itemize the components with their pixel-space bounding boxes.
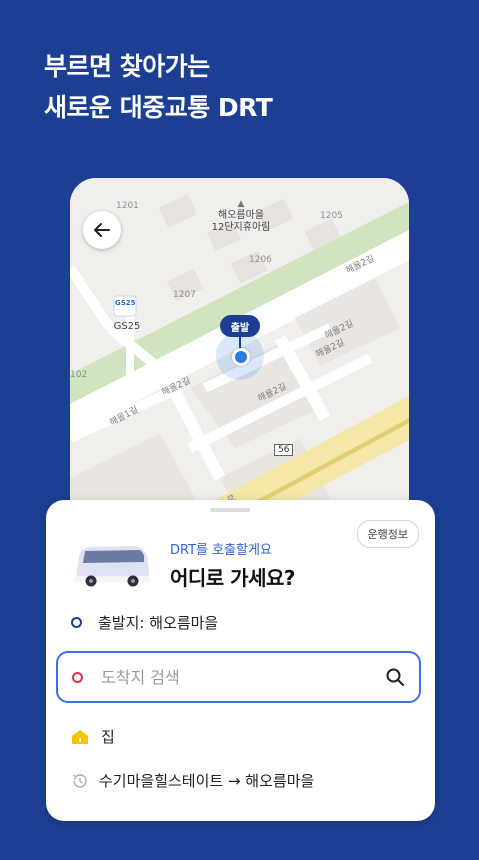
history-icon [72, 773, 87, 788]
sheet-title: 어디로 가세요? [170, 566, 295, 590]
building-number: 102 [70, 370, 88, 380]
building-number: 1201 [116, 201, 139, 211]
poi-name-line-1: 해오름마을 [218, 210, 264, 221]
poi-label[interactable]: ▲ 해오름마을 12단지휴아림 [203, 198, 279, 234]
search-icon[interactable] [385, 667, 405, 687]
home-icon [72, 729, 88, 744]
gs25-logo: GS25 [115, 299, 136, 307]
back-button[interactable] [83, 211, 121, 249]
bottom-sheet: 운행정보 DRT를 호출할게요 어디로 가세요? 출발지: 해오름마을 집 [46, 500, 435, 821]
origin-row[interactable]: 출발지: 해오름마을 [71, 612, 218, 633]
route-badge: 56 [274, 444, 294, 456]
recent-route[interactable]: 수기마을힐스테이트 → 해오름마을 [71, 770, 314, 791]
recent-route-label: 수기마을힐스테이트 → 해오름마을 [99, 772, 315, 790]
van-icon [75, 546, 149, 587]
sheet-subtitle: DRT를 호출할게요 [170, 543, 272, 558]
home-label: 집 [101, 728, 115, 746]
sheet-handle[interactable] [210, 508, 250, 512]
departure-pin-label[interactable]: 출발 [220, 315, 260, 337]
service-info-button[interactable]: 운행정보 [356, 520, 419, 548]
destination-search[interactable] [56, 651, 421, 703]
destination-input[interactable] [99, 666, 385, 688]
building-number: 1206 [249, 255, 272, 265]
origin-dot-icon [71, 617, 82, 628]
building-number: 1205 [320, 211, 343, 221]
headline-line-1: 부르면 찾아가는 [44, 52, 210, 81]
building-number: 1207 [173, 290, 196, 300]
gs25-label[interactable]: GS25 [112, 321, 142, 333]
origin-label: 출발지: 해오름마을 [98, 614, 219, 632]
building-icon: ▲ [237, 199, 245, 209]
home-shortcut[interactable]: 집 [71, 726, 115, 747]
headline-line-2: 새로운 대중교통 DRT [44, 93, 273, 122]
destination-dot-icon [72, 671, 83, 683]
arrow-left-icon [94, 223, 110, 237]
poi-name-line-2: 12단지휴아림 [211, 222, 271, 233]
pin-stem [239, 336, 241, 348]
current-location-dot [232, 348, 250, 366]
headline: 부르면 찾아가는 새로운 대중교통 DRT [44, 46, 444, 128]
